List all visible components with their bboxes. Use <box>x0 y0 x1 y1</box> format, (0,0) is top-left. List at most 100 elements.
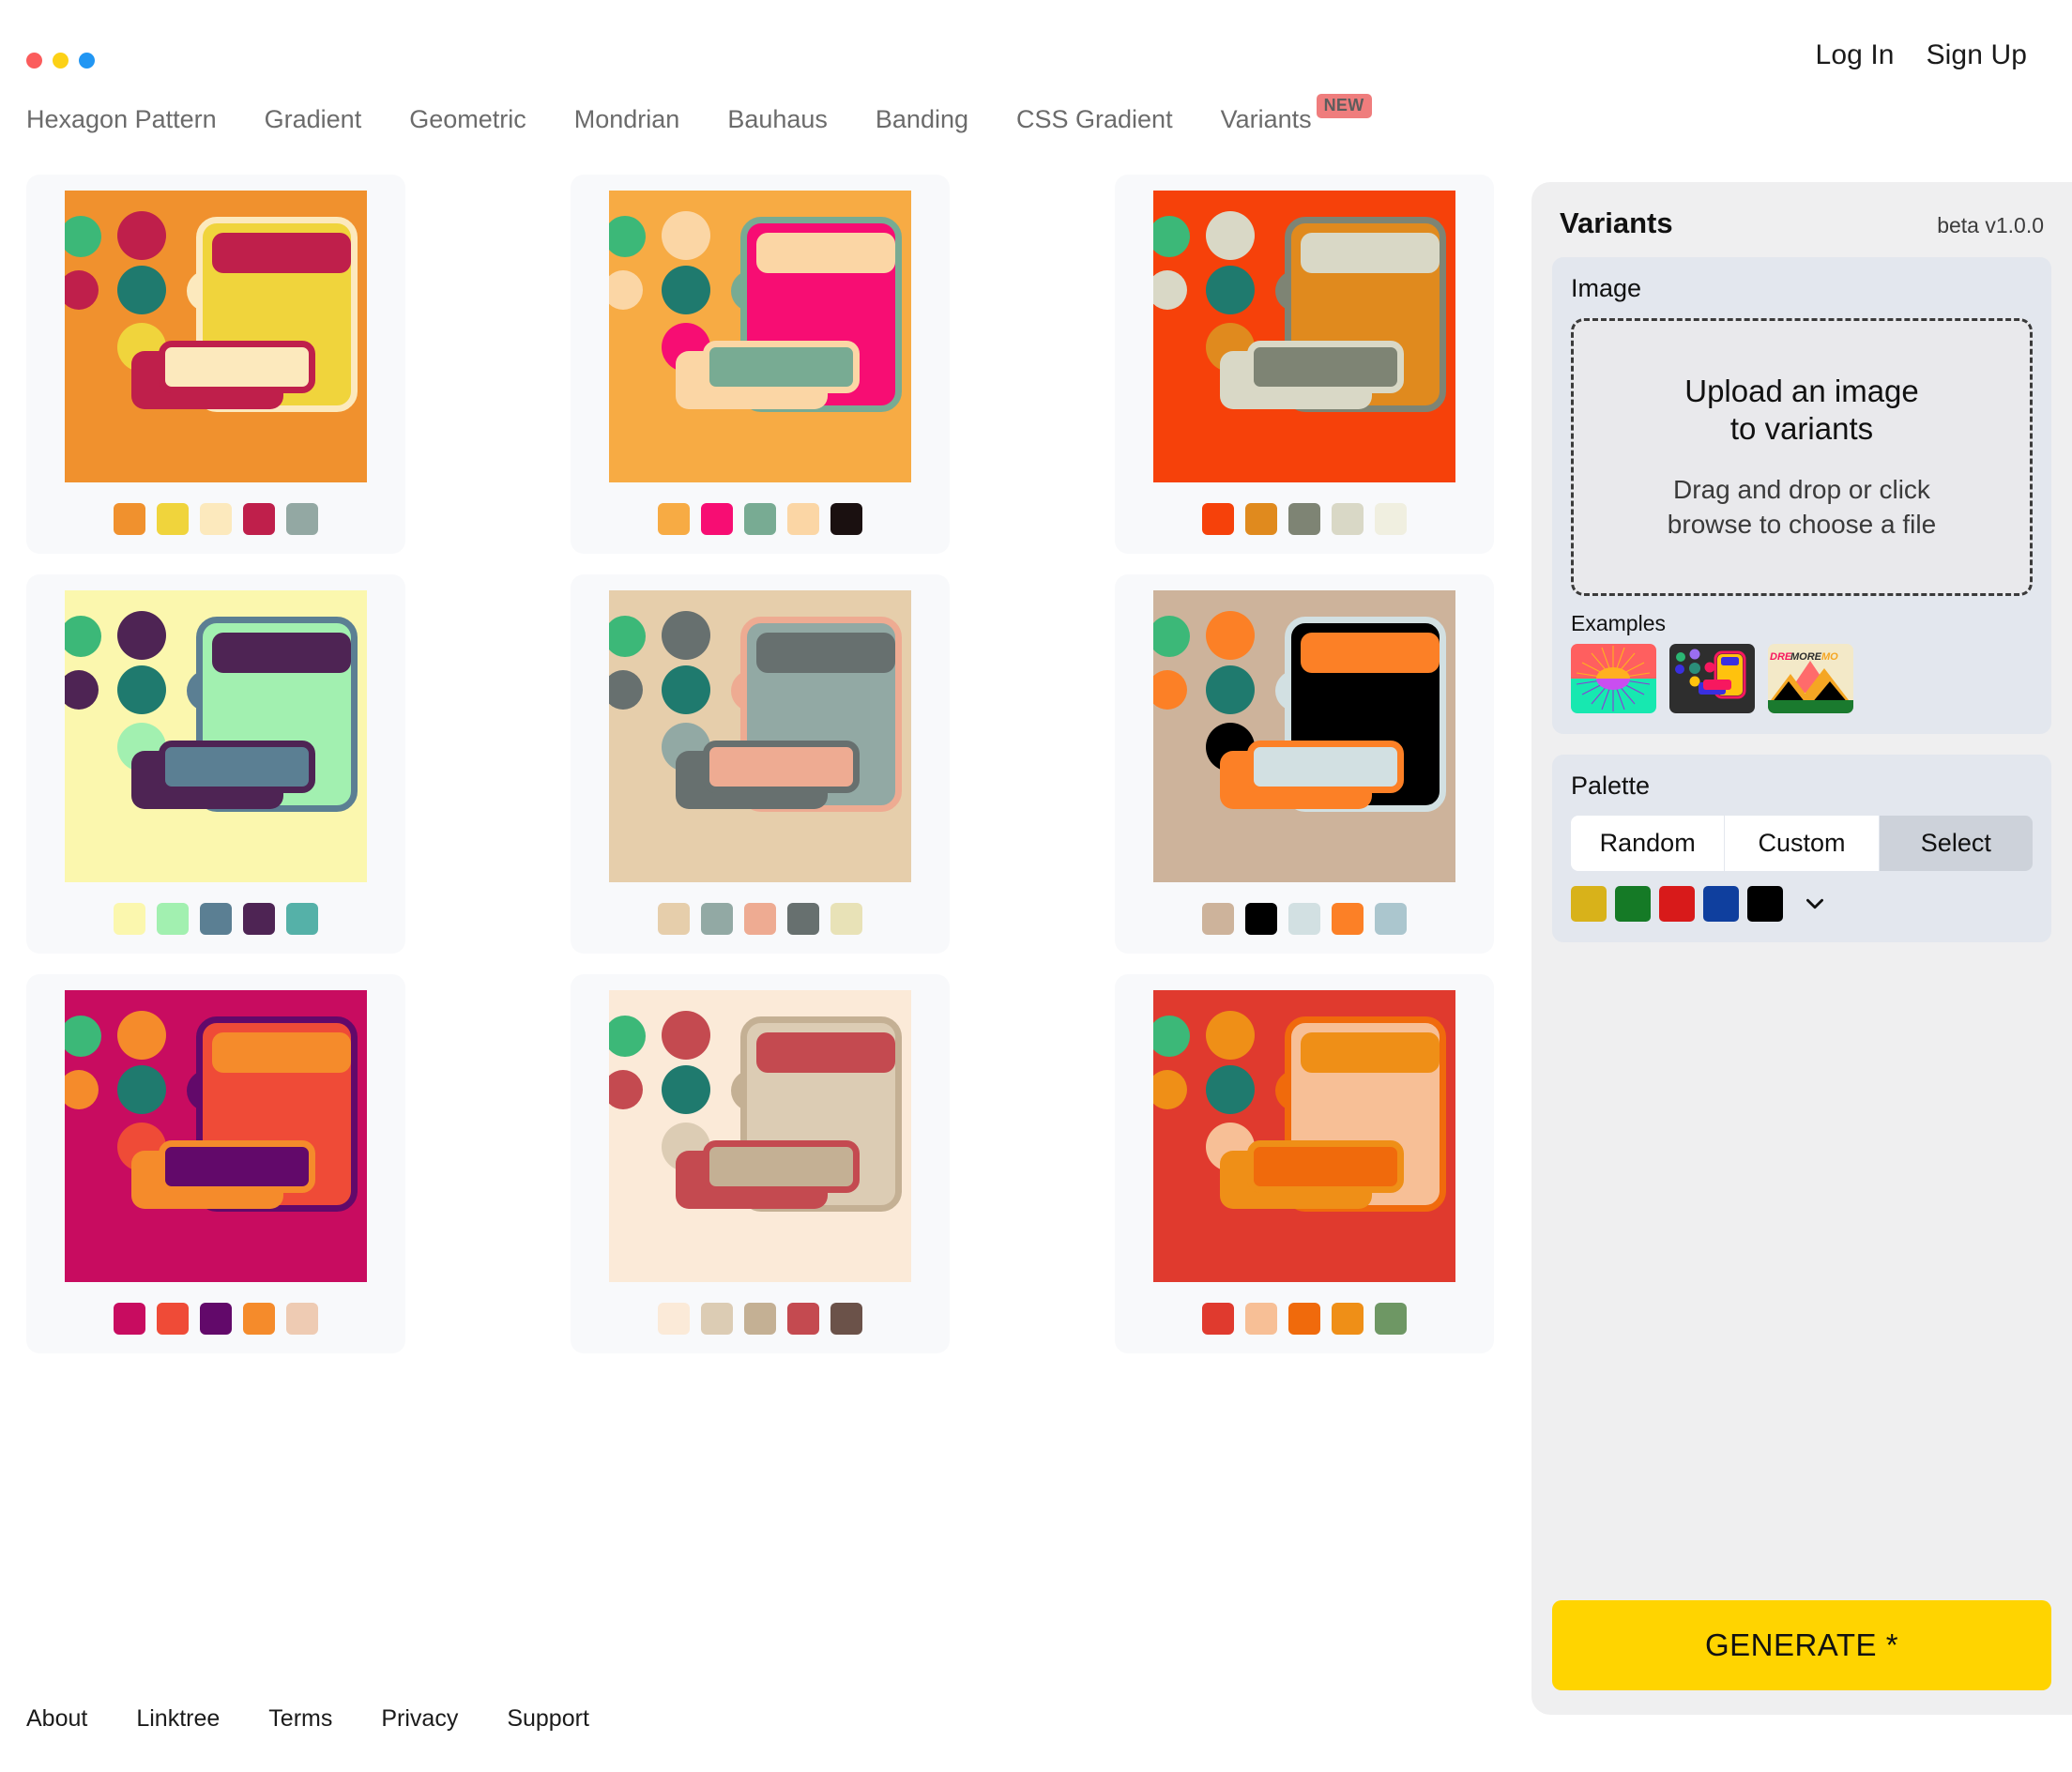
variant-swatch[interactable] <box>157 503 189 535</box>
footer-link-about[interactable]: About <box>26 1705 87 1733</box>
nav-item-bauhaus[interactable]: Bauhaus <box>727 105 828 134</box>
signup-link[interactable]: Sign Up <box>1927 39 2027 71</box>
variant-card[interactable] <box>1115 175 1494 554</box>
artwork-bar-front <box>1247 741 1404 793</box>
variant-swatch[interactable] <box>1245 903 1277 935</box>
variant-artwork <box>1153 191 1455 482</box>
variant-swatch[interactable] <box>701 903 733 935</box>
variant-swatch[interactable] <box>1332 903 1364 935</box>
artwork-dot <box>662 665 710 714</box>
variant-card[interactable] <box>1115 974 1494 1353</box>
variant-swatch[interactable] <box>701 1303 733 1335</box>
nav-item-variants[interactable]: Variants NEW <box>1221 94 1372 134</box>
palette-mode-select[interactable]: Select <box>1879 816 2033 871</box>
variant-swatch[interactable] <box>1375 1303 1407 1335</box>
variant-card[interactable] <box>26 574 405 954</box>
variant-swatch[interactable] <box>114 903 145 935</box>
variant-swatch[interactable] <box>658 1303 690 1335</box>
variant-swatch[interactable] <box>701 503 733 535</box>
variant-swatch[interactable] <box>157 903 189 935</box>
variant-swatch[interactable] <box>200 903 232 935</box>
variant-swatch[interactable] <box>1245 503 1277 535</box>
artwork-dot <box>609 1016 646 1057</box>
window-minimize-dot[interactable] <box>53 53 69 69</box>
nav-item-gradient[interactable]: Gradient <box>265 105 362 134</box>
palette-color-swatch[interactable] <box>1703 886 1739 922</box>
variant-swatch[interactable] <box>830 903 862 935</box>
variant-swatch[interactable] <box>1202 503 1234 535</box>
artwork-bar-front <box>159 341 315 393</box>
window-maximize-dot[interactable] <box>79 53 95 69</box>
palette-color-swatch[interactable] <box>1571 886 1607 922</box>
palette-mode-random[interactable]: Random <box>1571 816 1726 871</box>
variant-card[interactable] <box>571 574 950 954</box>
variant-swatch[interactable] <box>787 1303 819 1335</box>
variant-swatch[interactable] <box>787 503 819 535</box>
variant-swatch[interactable] <box>658 903 690 935</box>
variant-swatch[interactable] <box>1202 903 1234 935</box>
variant-card[interactable] <box>26 175 405 554</box>
artwork-dot <box>609 670 643 710</box>
generate-button[interactable]: GENERATE * <box>1552 1600 2051 1690</box>
palette-color-swatch[interactable] <box>1747 886 1783 922</box>
variant-swatch[interactable] <box>286 903 318 935</box>
chevron-down-icon[interactable] <box>1803 892 1827 916</box>
example-thumb-blocks[interactable] <box>1669 644 1755 713</box>
example-thumb-mountains[interactable]: DRE MORE MO <box>1768 644 1853 713</box>
variant-swatch[interactable] <box>1202 1303 1234 1335</box>
login-link[interactable]: Log In <box>1816 39 1895 71</box>
variant-swatch[interactable] <box>243 903 275 935</box>
artwork-panel-header <box>756 1032 895 1073</box>
svg-text:MORE: MORE <box>1790 651 1822 663</box>
variant-swatch[interactable] <box>1288 503 1320 535</box>
variant-swatch[interactable] <box>286 1303 318 1335</box>
variant-swatch[interactable] <box>1288 903 1320 935</box>
artwork-panel-header <box>212 633 351 673</box>
nav-item-mondrian[interactable]: Mondrian <box>574 105 680 134</box>
variant-card[interactable] <box>571 974 950 1353</box>
palette-mode-custom[interactable]: Custom <box>1725 816 1880 871</box>
variant-swatch[interactable] <box>1375 903 1407 935</box>
variant-swatch[interactable] <box>1332 1303 1364 1335</box>
nav-item-banding[interactable]: Banding <box>876 105 968 134</box>
image-dropzone[interactable]: Upload an image to variants Drag and dro… <box>1571 318 2033 596</box>
variant-swatch[interactable] <box>243 503 275 535</box>
dropzone-main-line2: to variants <box>1729 410 1874 446</box>
footer-link-privacy[interactable]: Privacy <box>381 1705 458 1733</box>
nav-item-hexagon-pattern[interactable]: Hexagon Pattern <box>26 105 217 134</box>
dropzone-main-line1: Upload an image <box>1684 374 1919 409</box>
nav-item-geometric[interactable]: Geometric <box>409 105 526 134</box>
variant-swatch[interactable] <box>787 903 819 935</box>
footer-link-linktree[interactable]: Linktree <box>136 1705 220 1733</box>
variant-swatch[interactable] <box>744 503 776 535</box>
variant-swatch[interactable] <box>744 1303 776 1335</box>
variant-swatch[interactable] <box>200 503 232 535</box>
palette-color-swatch[interactable] <box>1659 886 1695 922</box>
variant-card[interactable] <box>571 175 950 554</box>
variant-swatch[interactable] <box>286 503 318 535</box>
palette-color-swatch[interactable] <box>1615 886 1651 922</box>
nav-item-css-gradient[interactable]: CSS Gradient <box>1016 105 1173 134</box>
window-close-dot[interactable] <box>26 53 42 69</box>
variant-swatch[interactable] <box>157 1303 189 1335</box>
variant-swatch[interactable] <box>1375 503 1407 535</box>
variant-swatch[interactable] <box>830 503 862 535</box>
example-thumb-sunburst[interactable] <box>1571 644 1656 713</box>
footer-link-terms[interactable]: Terms <box>268 1705 332 1733</box>
variant-swatch[interactable] <box>744 903 776 935</box>
palette-section-label: Palette <box>1571 771 1651 800</box>
variant-swatch[interactable] <box>1288 1303 1320 1335</box>
artwork-dot <box>1206 665 1255 714</box>
variant-swatch[interactable] <box>658 503 690 535</box>
variant-swatch[interactable] <box>830 1303 862 1335</box>
variant-swatch[interactable] <box>114 1303 145 1335</box>
artwork-dot <box>609 270 643 310</box>
variant-card[interactable] <box>1115 574 1494 954</box>
footer-link-support[interactable]: Support <box>507 1705 589 1733</box>
variant-swatch[interactable] <box>1245 1303 1277 1335</box>
variant-swatch[interactable] <box>200 1303 232 1335</box>
variant-swatch[interactable] <box>1332 503 1364 535</box>
variant-swatch[interactable] <box>243 1303 275 1335</box>
variant-card[interactable] <box>26 974 405 1353</box>
variant-swatch[interactable] <box>114 503 145 535</box>
